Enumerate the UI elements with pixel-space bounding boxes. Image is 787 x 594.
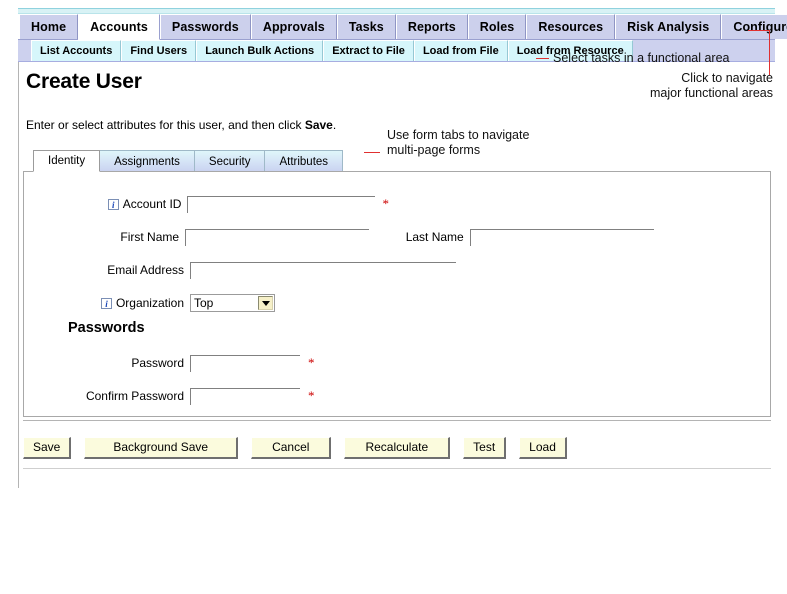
organization-label: i Organization	[24, 296, 184, 310]
passwords-section-heading: Passwords	[68, 320, 145, 336]
page-title: Create User	[26, 70, 142, 93]
main-tab-risk-analysis[interactable]: Risk Analysis	[615, 14, 722, 39]
main-tab-label: Roles	[479, 20, 515, 34]
first-name-label: First Name	[120, 230, 180, 244]
account-id-label: i Account ID	[24, 197, 181, 211]
confirm-password-label: Confirm Password	[85, 389, 184, 403]
identity-form-panel: i Account ID * First Name Last Name Email…	[23, 171, 771, 417]
field-row-organization: i Organization Top	[24, 293, 324, 313]
main-tab-label: Passwords	[171, 20, 239, 34]
main-tab-roles[interactable]: Roles	[467, 14, 527, 39]
account-id-input[interactable]	[187, 195, 375, 213]
main-tab-label: Approvals	[262, 20, 325, 34]
main-tab-label: Home	[31, 20, 67, 34]
field-row-account-id: i Account ID *	[24, 194, 389, 214]
form-tab-label: Attributes	[279, 155, 329, 168]
sub-tab-label: Find Users	[130, 45, 188, 57]
annotation-form-tabs-line2: multi-page forms	[387, 143, 481, 157]
main-tab-tasks[interactable]: Tasks	[336, 14, 396, 39]
action-button-bar: Save Background Save Cancel Recalculate …	[23, 437, 567, 459]
last-name-label: Last Name	[405, 230, 464, 244]
main-tab-reports[interactable]: Reports	[395, 14, 468, 39]
main-tab-resources[interactable]: Resources	[526, 14, 616, 39]
main-tab-label: Reports	[407, 20, 456, 34]
annotation-navigate-major-areas: Click to navigate major functional areas	[560, 71, 773, 101]
callout-leader-navigate-vertical	[769, 30, 770, 75]
main-tab-bar: Home Accounts Passwords Approvals Tasks …	[18, 14, 787, 40]
save-button[interactable]: Save	[23, 437, 72, 459]
confirm-password-input[interactable]	[190, 387, 300, 405]
annotation-navigate-line1: Click to navigate	[681, 71, 773, 85]
main-tab-approvals[interactable]: Approvals	[250, 14, 337, 39]
main-tab-passwords[interactable]: Passwords	[159, 14, 251, 39]
cancel-button[interactable]: Cancel	[251, 437, 332, 459]
sub-tab-label: Extract to File	[332, 45, 405, 57]
page-bottom-divider	[23, 468, 771, 469]
email-address-input[interactable]	[190, 261, 456, 279]
background-save-button[interactable]: Background Save	[84, 437, 239, 459]
form-tab-label: Identity	[48, 155, 86, 167]
page-instructions: Enter or select attributes for this user…	[26, 118, 336, 132]
form-tab-security[interactable]: Security	[193, 150, 266, 172]
first-name-input[interactable]	[185, 228, 370, 246]
load-button[interactable]: Load	[519, 437, 567, 459]
callout-leader-functional-area	[536, 58, 549, 59]
chevron-down-icon[interactable]	[258, 296, 273, 310]
sub-tab-launch-bulk-actions[interactable]: Launch Bulk Actions	[196, 40, 324, 61]
confirm-password-required-marker: *	[308, 388, 315, 403]
callout-leader-navigate-horizontal	[748, 30, 770, 31]
password-input[interactable]	[190, 354, 300, 372]
main-tab-configure[interactable]: Configure	[721, 14, 787, 39]
info-icon[interactable]: i	[100, 298, 112, 310]
main-tab-label: Accounts	[90, 20, 148, 34]
form-tab-assignments[interactable]: Assignments	[99, 150, 195, 172]
sub-tab-label: List Accounts	[40, 45, 113, 57]
main-tab-label: Resources	[538, 20, 604, 34]
organization-label-text: Organization	[115, 296, 184, 310]
field-row-email: Email Address	[24, 260, 474, 280]
instructions-text-after: .	[332, 118, 337, 132]
callout-leader-form-tabs	[364, 152, 380, 153]
form-tab-attributes[interactable]: Attributes	[264, 150, 344, 172]
instructions-emphasis: Save	[304, 118, 333, 132]
main-tab-label: Risk Analysis	[627, 20, 710, 34]
annotation-functional-area: Select tasks in a functional area	[553, 51, 730, 65]
sub-tab-bar-left-spacer	[18, 40, 31, 61]
sub-tab-label: Load from File	[422, 45, 499, 57]
main-tab-home[interactable]: Home	[19, 14, 79, 39]
account-id-required-marker: *	[382, 196, 390, 211]
account-id-label-text: Account ID	[122, 197, 182, 211]
form-bottom-divider	[23, 420, 771, 421]
field-row-names: First Name Last Name	[24, 227, 654, 247]
sub-tab-extract-to-file[interactable]: Extract to File	[323, 40, 414, 61]
page-body: Create User Enter or select attributes f…	[18, 62, 775, 488]
password-label: Password	[131, 356, 184, 370]
email-address-label: Email Address	[107, 263, 184, 277]
sub-tab-list-accounts[interactable]: List Accounts	[31, 40, 122, 61]
instructions-text-before: Enter or select attributes for this user…	[26, 118, 305, 132]
field-row-password: Password *	[24, 353, 354, 373]
last-name-input[interactable]	[469, 228, 654, 246]
form-tab-strip: Identity Assignments Security Attributes	[33, 150, 344, 172]
form-tab-label: Security	[208, 155, 251, 168]
form-tab-identity[interactable]: Identity	[33, 150, 101, 172]
form-tab-label: Assignments	[114, 155, 180, 168]
annotation-form-tabs-line1: Use form tabs to navigate	[387, 128, 530, 142]
password-required-marker: *	[308, 355, 315, 370]
sub-tab-find-users[interactable]: Find Users	[121, 40, 197, 61]
field-row-confirm-password: Confirm Password *	[24, 386, 354, 406]
sub-tab-label: Launch Bulk Actions	[205, 45, 315, 57]
test-button[interactable]: Test	[463, 437, 507, 459]
info-icon[interactable]: i	[107, 199, 119, 211]
annotation-navigate-line2: major functional areas	[650, 86, 773, 100]
main-tab-accounts[interactable]: Accounts	[78, 14, 160, 40]
recalculate-button[interactable]: Recalculate	[344, 437, 451, 459]
annotation-form-tabs: Use form tabs to navigate multi-page form…	[387, 128, 529, 158]
organization-selected-value: Top	[194, 296, 214, 310]
main-tab-label: Tasks	[348, 20, 384, 34]
main-tab-label: Configure	[733, 20, 787, 34]
sub-tab-load-from-file[interactable]: Load from File	[413, 40, 508, 61]
organization-select[interactable]: Top	[190, 294, 275, 312]
